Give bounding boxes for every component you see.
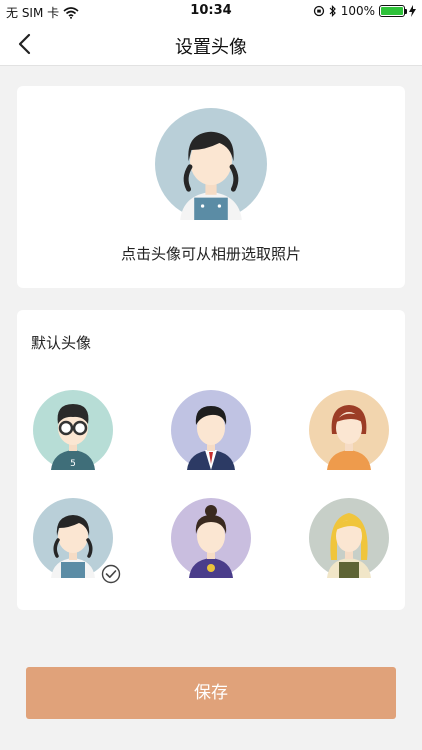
girl-blonde-avatar-icon (309, 498, 389, 578)
status-right: 100% (313, 4, 416, 18)
bluetooth-icon (329, 5, 337, 17)
woman-bob-avatar-icon (309, 390, 389, 470)
charging-icon (409, 5, 416, 17)
default-avatars-card: 默认头像 5 (17, 310, 405, 610)
battery-percent: 100% (340, 4, 375, 18)
current-avatar[interactable] (155, 108, 267, 220)
status-bar: 无 SIM 卡 10:34 100% (0, 0, 422, 22)
default-avatar-1[interactable]: 5 (33, 390, 113, 470)
rotation-lock-icon (313, 5, 325, 17)
page-title: 设置头像 (175, 37, 247, 58)
battery-level (381, 7, 403, 15)
woman-bun-avatar-icon (171, 498, 251, 578)
default-avatar-4[interactable] (33, 498, 121, 584)
nav-bar: 设置头像 (0, 22, 422, 66)
man-suit-avatar-icon (171, 390, 251, 470)
battery-icon (379, 5, 407, 17)
default-avatar-5[interactable] (171, 498, 251, 578)
svg-text:5: 5 (70, 459, 76, 469)
default-avatar-6[interactable] (309, 498, 389, 578)
current-avatar-card: 点击头像可从相册选取照片 (17, 86, 405, 288)
girl-pigtails-avatar-icon (155, 108, 267, 220)
default-avatars-title: 默认头像 (31, 334, 92, 352)
save-button[interactable]: 保存 (26, 667, 396, 719)
default-avatar-2[interactable] (171, 390, 251, 470)
default-avatar-3[interactable] (309, 390, 389, 470)
selected-check-icon (101, 564, 121, 584)
boy-glasses-avatar-icon: 5 (33, 390, 113, 470)
avatar-hint: 点击头像可从相册选取照片 (120, 245, 301, 263)
